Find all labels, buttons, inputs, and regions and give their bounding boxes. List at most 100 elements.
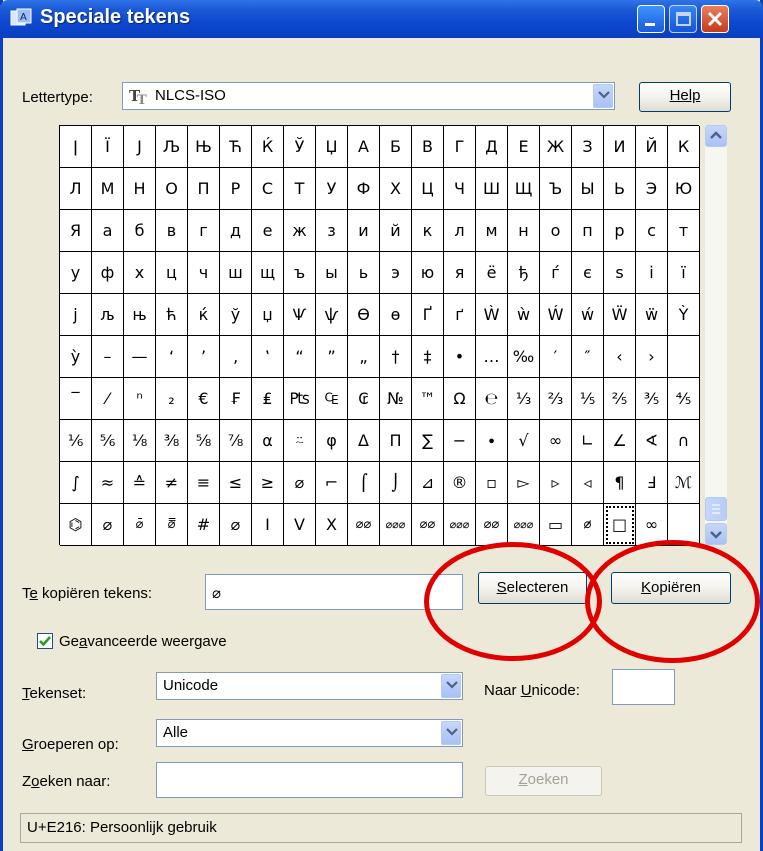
- char-cell[interactable]: з: [316, 210, 348, 252]
- maximize-button[interactable]: [669, 5, 697, 33]
- char-cell[interactable]: ẃ: [572, 294, 604, 336]
- char-cell[interactable]: м: [476, 210, 508, 252]
- char-cell[interactable]: Љ: [156, 126, 188, 168]
- scroll-down-button[interactable]: [705, 523, 727, 545]
- advanced-view-checkbox[interactable]: [37, 633, 53, 649]
- char-cell[interactable]: у: [60, 252, 92, 294]
- char-cell[interactable]: Ẅ: [604, 294, 636, 336]
- char-cell[interactable]: ′: [540, 336, 572, 378]
- advanced-view-label[interactable]: Geavanceerde weergave: [59, 633, 227, 650]
- char-cell[interactable]: ⌀⌀: [348, 504, 380, 546]
- char-cell[interactable]: Ι: [252, 504, 284, 546]
- char-cell[interactable]: ∟: [572, 420, 604, 462]
- char-cell[interactable]: я: [444, 252, 476, 294]
- char-cell[interactable]: Н: [124, 168, 156, 210]
- char-cell[interactable]: ≙: [124, 462, 156, 504]
- char-cell[interactable]: ⅚: [92, 420, 124, 462]
- char-cell[interactable]: ≡: [188, 462, 220, 504]
- scroll-thumb[interactable]: [705, 497, 727, 521]
- char-cell[interactable]: д: [220, 210, 252, 252]
- char-cell[interactable]: ⌠: [348, 462, 380, 504]
- char-cell[interactable]: ∩: [668, 420, 700, 462]
- char-cell[interactable]: Њ: [188, 126, 220, 168]
- char-cell[interactable]: ”: [316, 336, 348, 378]
- char-cell[interactable]: ц: [156, 252, 188, 294]
- char-cell[interactable]: љ: [92, 294, 124, 336]
- char-cell[interactable]: р: [604, 210, 636, 252]
- char-cell[interactable]: ẅ: [636, 294, 668, 336]
- char-cell[interactable]: ₂: [156, 378, 188, 420]
- char-cell[interactable]: ⌀⌀: [476, 504, 508, 546]
- char-cell[interactable]: ▹: [540, 462, 572, 504]
- char-cell[interactable]: ќ: [188, 294, 220, 336]
- char-cell[interactable]: Р: [220, 168, 252, 210]
- char-cell[interactable]: ▫: [476, 462, 508, 504]
- title-bar[interactable]: A Speciale tekens: [0, 0, 763, 38]
- char-cell[interactable]: ≤: [220, 462, 252, 504]
- font-dropdown-button[interactable]: [593, 84, 613, 108]
- char-cell[interactable]: [668, 336, 700, 378]
- char-cell[interactable]: т: [668, 210, 700, 252]
- char-cell[interactable]: ш: [220, 252, 252, 294]
- char-cell[interactable]: Ь: [604, 168, 636, 210]
- char-cell[interactable]: Џ: [316, 126, 348, 168]
- char-cell[interactable]: п: [572, 210, 604, 252]
- char-cell[interactable]: х: [124, 252, 156, 294]
- char-cell[interactable]: а: [92, 210, 124, 252]
- char-cell[interactable]: о: [540, 210, 572, 252]
- charset-dropdown-button[interactable]: [441, 674, 461, 698]
- char-cell[interactable]: Й: [636, 126, 668, 168]
- char-cell[interactable]: №: [380, 378, 412, 420]
- char-cell[interactable]: Т: [284, 168, 316, 210]
- char-cell[interactable]: ⌬: [60, 504, 92, 546]
- charset-combobox[interactable]: Unicode: [156, 672, 463, 700]
- char-cell[interactable]: б: [124, 210, 156, 252]
- char-cell[interactable]: ⅓: [508, 378, 540, 420]
- char-cell[interactable]: ≥: [252, 462, 284, 504]
- char-cell[interactable]: Ω: [444, 378, 476, 420]
- char-cell[interactable]: ‹: [604, 336, 636, 378]
- char-cell[interactable]: ℳ: [668, 462, 700, 504]
- char-cell[interactable]: Δ: [348, 420, 380, 462]
- char-cell[interactable]: ѓ: [540, 252, 572, 294]
- char-cell[interactable]: –: [92, 336, 124, 378]
- search-button[interactable]: Zoeken: [485, 766, 602, 796]
- char-cell[interactable]: л: [444, 210, 476, 252]
- char-cell[interactable]: ‾: [60, 378, 92, 420]
- char-cell[interactable]: і: [636, 252, 668, 294]
- char-cell[interactable]: …: [476, 336, 508, 378]
- char-cell[interactable]: ⅖: [604, 378, 636, 420]
- char-cell[interactable]: ◃: [572, 462, 604, 504]
- char-cell[interactable]: ю: [412, 252, 444, 294]
- char-cell[interactable]: Ѱ: [284, 294, 316, 336]
- char-cell[interactable]: У: [316, 168, 348, 210]
- char-cell[interactable]: „: [348, 336, 380, 378]
- char-cell[interactable]: и: [348, 210, 380, 252]
- char-cell[interactable]: Ỳ: [668, 294, 700, 336]
- char-cell[interactable]: ђ: [508, 252, 540, 294]
- char-cell[interactable]: ї: [668, 252, 700, 294]
- char-cell[interactable]: ‰: [508, 336, 540, 378]
- char-cell[interactable]: ⌀̷: [572, 504, 604, 546]
- char-cell[interactable]: ъ: [284, 252, 316, 294]
- char-cell[interactable]: Д: [476, 126, 508, 168]
- char-cell[interactable]: ‘: [156, 336, 188, 378]
- char-cell[interactable]: €: [188, 378, 220, 420]
- char-cell[interactable]: ⍺: [252, 420, 284, 462]
- char-cell[interactable]: Ш: [476, 168, 508, 210]
- char-cell[interactable]: Л: [60, 168, 92, 210]
- char-cell[interactable]: ⅗: [636, 378, 668, 420]
- char-cell[interactable]: Щ: [508, 168, 540, 210]
- char-cell[interactable]: ‚: [220, 336, 252, 378]
- char-cell[interactable]: ⊿: [412, 462, 444, 504]
- char-cell[interactable]: Б: [380, 126, 412, 168]
- char-cell[interactable]: џ: [252, 294, 284, 336]
- char-cell[interactable]: ǀ: [60, 126, 92, 168]
- char-cell[interactable]: Ў: [284, 126, 316, 168]
- char-cell[interactable]: ₢: [348, 378, 380, 420]
- char-cell[interactable]: ⅔: [540, 378, 572, 420]
- search-input[interactable]: [156, 762, 463, 798]
- char-cell[interactable]: ⌀: [92, 504, 124, 546]
- char-cell[interactable]: ⌀̿: [156, 504, 188, 546]
- char-cell[interactable]: њ: [124, 294, 156, 336]
